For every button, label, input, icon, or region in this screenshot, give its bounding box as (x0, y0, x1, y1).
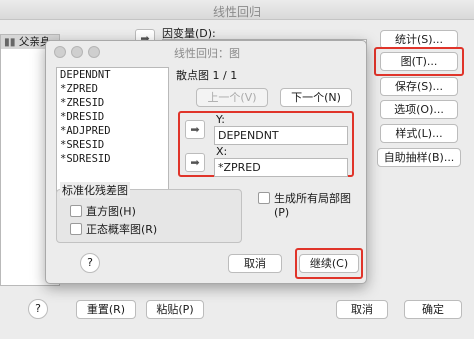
normal-prob-checkbox[interactable] (70, 223, 82, 235)
variable-item[interactable]: *ZPRED (57, 82, 168, 96)
paste-button[interactable]: 粘贴(P) (146, 300, 204, 319)
histogram-label: 直方图(H) (86, 205, 136, 218)
normal-prob-label: 正态概率图(R) (86, 223, 158, 236)
next-button[interactable]: 下一个(N) (280, 88, 352, 107)
x-move-button[interactable]: ➡ (185, 153, 205, 172)
y-move-button[interactable]: ➡ (185, 120, 205, 139)
save-button[interactable]: 保存(S)... (380, 77, 458, 96)
bootstrap-button[interactable]: 自助抽样(B)... (377, 148, 461, 167)
std-resid-title: 标准化残差图 (60, 182, 130, 198)
plots-button[interactable]: 图(T)... (380, 52, 458, 71)
right-arrow-icon: ➡ (190, 123, 200, 136)
scatter-header: 散点图 1 / 1 (176, 69, 238, 82)
reset-button[interactable]: 重置(R) (76, 300, 136, 319)
right-arrow-icon: ➡ (190, 156, 200, 169)
dialog-help-button[interactable]: ? (80, 253, 100, 273)
continue-button[interactable]: 继续(C) (299, 254, 359, 273)
dialog-cancel-button[interactable]: 取消 (228, 254, 282, 273)
main-title-bar: 线性回归 (0, 0, 474, 20)
variable-item[interactable]: *DRESID (57, 110, 168, 124)
scale-icon: ▮▮ (4, 36, 16, 48)
variable-item[interactable]: *ZRESID (57, 96, 168, 110)
x-field[interactable]: *ZPRED (214, 158, 348, 177)
variable-item[interactable]: DEPENDNT (57, 68, 168, 82)
partial-plots-checkbox[interactable] (258, 192, 270, 204)
main-help-button[interactable]: ? (28, 299, 48, 319)
style-button[interactable]: 样式(L)... (380, 124, 458, 143)
question-icon: ? (87, 256, 93, 269)
y-field[interactable]: DEPENDNT (214, 126, 348, 145)
partial-plots-label: 生成所有局部图(P) (274, 192, 351, 219)
x-label: X: (216, 145, 228, 158)
histogram-checkbox[interactable] (70, 205, 82, 217)
variable-item[interactable]: *SRESID (57, 138, 168, 152)
dialog-title: 线性回归：图 (174, 47, 240, 60)
ok-button[interactable]: 确定 (404, 300, 462, 319)
main-window-title: 线性回归 (212, 5, 261, 19)
y-label: Y: (216, 113, 225, 126)
variable-item[interactable]: *ADJPRED (57, 124, 168, 138)
plots-dialog: 线性回归：图 DEPENDNT *ZPRED *ZRESID *DRESID *ADJP… (45, 40, 367, 284)
cancel-button[interactable]: 取消 (336, 300, 388, 319)
options-button[interactable]: 选项(O)... (380, 100, 458, 119)
question-icon: ? (35, 302, 41, 315)
variable-item[interactable]: *SDRESID (57, 152, 168, 166)
previous-button[interactable]: 上一个(V) (196, 88, 268, 107)
